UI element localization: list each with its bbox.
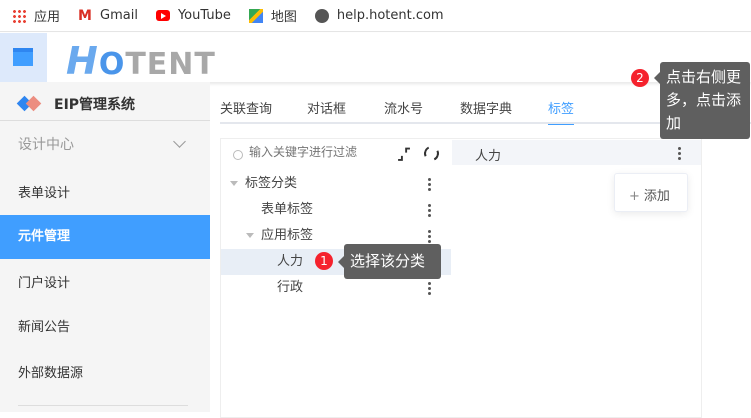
tab-related-query[interactable]: 关联查询	[220, 98, 272, 117]
window-icon	[13, 48, 33, 66]
caret-down-icon	[230, 181, 238, 186]
apps-grid-icon	[12, 8, 26, 23]
tab-data-dictionary[interactable]: 数据字典	[460, 98, 512, 117]
maps-icon	[248, 8, 263, 23]
hotent-logo: HOTENT	[66, 39, 216, 83]
sidebar-group-design-center[interactable]: 设计中心	[0, 123, 210, 167]
bookmarks-bar: 应用 M Gmail YouTube 地图 help.hotent.com	[0, 0, 751, 32]
sidebar-item-form-design[interactable]: 表单设计	[0, 172, 210, 216]
sidebar-item-component-management[interactable]: 元件管理	[0, 215, 210, 259]
plus-icon: +	[629, 189, 640, 204]
bookmark-youtube[interactable]: YouTube	[155, 8, 231, 23]
guide-tooltip-1: 选择该分类	[338, 244, 441, 279]
tree-search: ⌟⌜	[221, 143, 451, 167]
detail-header: 人力	[452, 140, 701, 165]
guide-tooltip-2: 点击右侧更多，点击添加	[654, 62, 750, 139]
more-icon[interactable]	[678, 147, 681, 162]
search-icon	[233, 150, 243, 160]
sidebar-item-news[interactable]: 新闻公告	[0, 306, 210, 350]
tab-tags[interactable]: 标签	[548, 98, 575, 125]
guide-badge-1: 1	[315, 252, 333, 270]
globe-icon	[314, 8, 329, 23]
tab-dialog[interactable]: 对话框	[307, 98, 346, 117]
sidebar-item-portal-design[interactable]: 门户设计	[0, 262, 210, 306]
add-menu-item[interactable]: + 添加	[629, 185, 670, 204]
tree-node-tag-category[interactable]: 标签分类	[221, 171, 451, 197]
refresh-icon[interactable]	[421, 143, 442, 164]
system-title: EIP管理系统	[16, 92, 135, 116]
more-icon[interactable]	[428, 282, 431, 297]
caret-down-icon	[246, 233, 254, 238]
youtube-icon	[155, 10, 170, 21]
more-dropdown: + 添加	[614, 173, 688, 212]
chevron-down-icon	[173, 135, 186, 148]
more-icon[interactable]	[428, 204, 431, 219]
bookmark-apps[interactable]: 应用	[12, 6, 60, 25]
tab-serial-number[interactable]: 流水号	[384, 98, 423, 117]
bookmark-gmail[interactable]: M Gmail	[78, 8, 138, 23]
divider	[18, 405, 188, 406]
bookmark-maps[interactable]: 地图	[248, 6, 297, 25]
menu-toggle-button[interactable]	[0, 33, 47, 82]
bookmark-help-hotent[interactable]: help.hotent.com	[314, 8, 444, 23]
more-icon[interactable]	[428, 230, 431, 245]
more-icon[interactable]	[428, 178, 431, 193]
guide-badge-2: 2	[631, 69, 649, 87]
tree-node-form-tag[interactable]: 表单标签	[221, 197, 451, 223]
gmail-icon: M	[78, 7, 92, 24]
sidebar: EIP管理系统 设计中心 表单设计 元件管理 门户设计 新闻公告 外部数据源	[0, 82, 210, 412]
sidebar-item-external-datasource[interactable]: 外部数据源	[0, 352, 210, 396]
collapse-icon[interactable]: ⌟⌜	[397, 145, 411, 163]
divider	[0, 120, 210, 121]
system-logo-icon	[16, 95, 42, 112]
tree-filter-input[interactable]	[249, 145, 379, 159]
